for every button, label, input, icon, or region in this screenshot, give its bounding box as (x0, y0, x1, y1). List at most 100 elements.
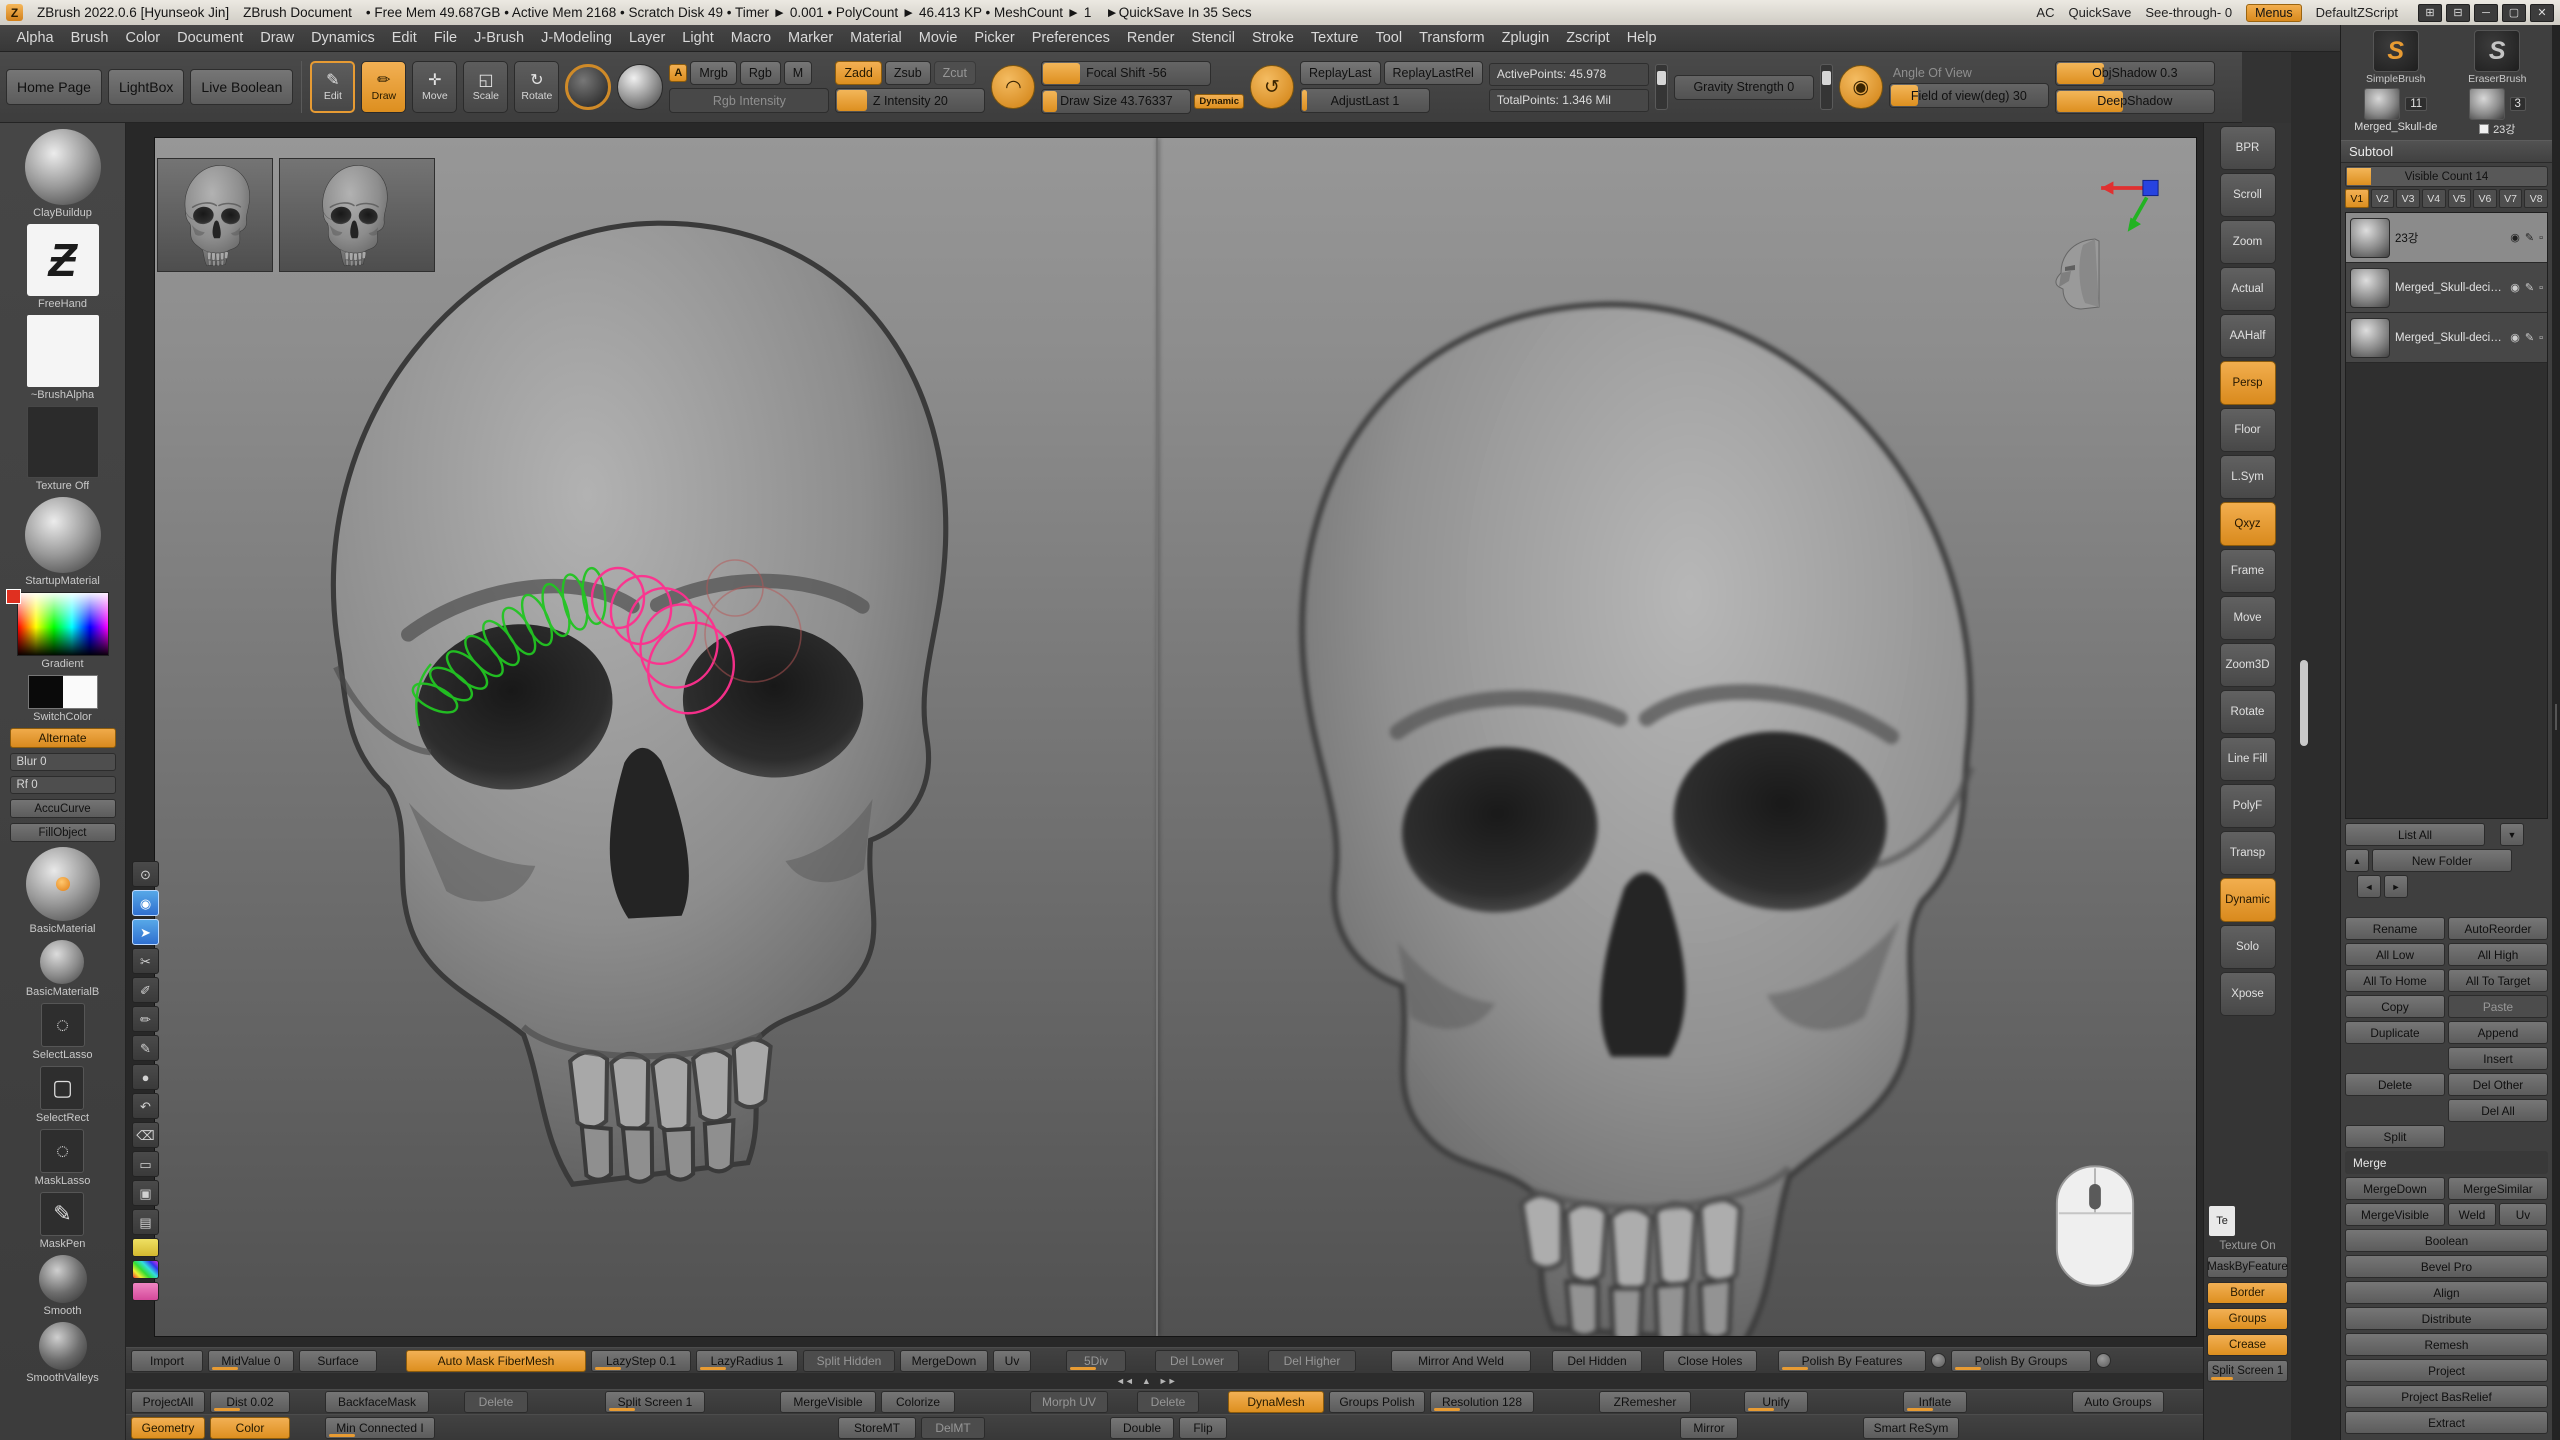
auto-groups-button[interactable]: Auto Groups (2072, 1391, 2164, 1413)
mirror-and-weld-button[interactable]: Mirror And Weld (1391, 1350, 1531, 1372)
menu-item[interactable]: Picker (966, 27, 1023, 49)
flip-button[interactable]: Flip (1179, 1417, 1227, 1439)
undo-icon[interactable]: ↶ (132, 1093, 159, 1119)
menu-item[interactable]: Movie (910, 27, 966, 49)
gravity-vertical-slider[interactable] (1820, 64, 1833, 110)
menu-item[interactable]: Zplugin (1493, 27, 1558, 49)
dynamesh-button[interactable]: DynaMesh (1228, 1391, 1324, 1413)
morph-uv-button[interactable]: Morph UV (1030, 1391, 1108, 1413)
paste-button[interactable]: Paste (2448, 995, 2548, 1018)
all-to-target-button[interactable]: All To Target (2448, 969, 2548, 992)
split-button[interactable]: Split (2345, 1125, 2445, 1148)
surface-button[interactable]: Surface (299, 1350, 377, 1372)
duplicate-button[interactable]: Duplicate (2345, 1021, 2445, 1044)
actual-button[interactable]: Actual (2220, 267, 2276, 311)
backfacemask-button[interactable]: BackfaceMask (325, 1391, 429, 1413)
camera-head-preview[interactable] (2048, 233, 2110, 317)
dot-icon[interactable]: ● (132, 1064, 159, 1090)
current-tool-label[interactable]: Merged_Skull-de (2354, 121, 2437, 133)
dynamic-badge[interactable]: Dynamic (1194, 94, 1244, 109)
all-low-button[interactable]: All Low (2345, 943, 2445, 966)
menu-item[interactable]: Brush (62, 27, 117, 49)
delete-button-row2b[interactable]: Delete (1137, 1391, 1199, 1413)
mrgb-button[interactable]: Mrgb (690, 61, 736, 85)
select-lasso[interactable]: ◌ SelectLasso (33, 1003, 93, 1061)
close-button[interactable]: ✕ (2530, 4, 2554, 22)
brush-claybuildup[interactable]: ClayBuildup (25, 129, 101, 219)
zsub-button[interactable]: Zsub (885, 61, 931, 85)
scale-button[interactable]: ◱ Scale (463, 61, 508, 113)
layout-split-icon[interactable]: ⊟ (2446, 4, 2470, 22)
new-folder-button[interactable]: New Folder (2372, 849, 2512, 872)
mask-lasso[interactable]: ◌ MaskLasso (35, 1129, 91, 1187)
brush-icon[interactable]: ✎ (132, 1035, 159, 1061)
distribute-button[interactable]: Distribute (2345, 1307, 2548, 1330)
knife-icon[interactable]: ✂ (132, 948, 159, 974)
image-icon[interactable]: ▣ (132, 1180, 159, 1206)
qxyz-button[interactable]: Qxyz (2220, 502, 2276, 546)
lazyradius-slider[interactable]: LazyRadius 1 (696, 1350, 798, 1372)
pencil-icon[interactable]: ✏ (132, 1006, 159, 1032)
rotate3d-button[interactable]: Rotate (2220, 690, 2276, 734)
scroll-up-icon[interactable]: ▲ (1142, 1376, 1151, 1386)
crease-button[interactable]: Crease (2207, 1334, 2288, 1356)
replay-lastrel-button[interactable]: ReplayLastRel (1384, 61, 1483, 85)
adjust-last-slider[interactable]: AdjustLast 1 (1300, 88, 1430, 113)
del-hidden-button[interactable]: Del Hidden (1552, 1350, 1642, 1372)
deepshadow-slider[interactable]: DeepShadow (2055, 89, 2215, 114)
list-all-button[interactable]: List All (2345, 823, 2485, 846)
insert-button[interactable]: Insert (2448, 1047, 2548, 1070)
boolean-button[interactable]: Boolean (2345, 1229, 2548, 1252)
monitor-icon[interactable]: ▭ (132, 1151, 159, 1177)
subtool-version-tab[interactable]: V6 (2473, 189, 2497, 208)
zoom3d-button[interactable]: Zoom3D (2220, 643, 2276, 687)
uv-shelf-button[interactable]: Uv (993, 1350, 1031, 1372)
stroke-freehand[interactable]: Ƶ FreeHand (27, 224, 99, 310)
delete-button-row2[interactable]: Delete (464, 1391, 528, 1413)
split-screen-slider[interactable]: Split Screen 1 (605, 1391, 705, 1413)
mask-by-feature-button[interactable]: MaskByFeature (2207, 1256, 2288, 1278)
fillobject-button[interactable]: FillObject (10, 823, 116, 842)
del-higher-button[interactable]: Del Higher (1268, 1350, 1356, 1372)
menu-item[interactable]: Draw (252, 27, 303, 49)
polyf-button[interactable]: PolyF (2220, 784, 2276, 828)
move-button[interactable]: ✛ Move (412, 61, 457, 113)
menu-item[interactable]: Texture (1302, 27, 1367, 49)
midvalue-slider[interactable]: MidValue 0 (208, 1350, 294, 1372)
transp-button[interactable]: Transp (2220, 831, 2276, 875)
polish-by-features-slider[interactable]: Polish By Features (1778, 1350, 1926, 1372)
import-button[interactable]: Import (131, 1350, 203, 1372)
minimize-button[interactable]: ─ (2474, 4, 2498, 22)
Merged_Skull-decimation2[interactable]: Merged_Skull-decimation2 ◉ ✎ ▫ (2346, 263, 2547, 313)
fivediv-button[interactable]: 5Div (1066, 1350, 1126, 1372)
menu-item[interactable]: Color (117, 27, 169, 49)
dist-slider[interactable]: Dist 0.02 (210, 1391, 290, 1413)
uv-button[interactable]: Uv (2499, 1203, 2547, 1226)
menu-item[interactable]: Macro (722, 27, 779, 49)
focal-shift-slider[interactable]: Focal Shift -56 (1041, 61, 1211, 86)
frame-button[interactable]: Frame (2220, 549, 2276, 593)
aahalf-button[interactable]: AAHalf (2220, 314, 2276, 358)
subtool-thumbnail[interactable] (2350, 218, 2390, 258)
menu-item[interactable]: Stroke (1244, 27, 1303, 49)
mirror-button[interactable]: Mirror (1680, 1417, 1738, 1439)
zremesher-button[interactable]: ZRemesher (1599, 1391, 1691, 1413)
project-basrelief-button[interactable]: Project BasRelief (2345, 1385, 2548, 1408)
subtool-thumbnail[interactable] (2350, 318, 2390, 358)
right-tray-divider[interactable] (2552, 25, 2560, 1440)
storemt-button[interactable]: StoreMT (838, 1417, 916, 1439)
menu-item[interactable]: Layer (621, 27, 674, 49)
scroll-right-icon[interactable]: ►► (1159, 1376, 1177, 1386)
menu-item[interactable]: Transform (1411, 27, 1494, 49)
brush-smoothvalleys[interactable]: SmoothValleys (26, 1322, 99, 1384)
simplebrush-thumbnail[interactable]: S (2373, 30, 2419, 72)
list-up-button[interactable]: ▲ (2345, 849, 2369, 872)
all-high-button[interactable]: All High (2448, 943, 2548, 966)
subtool-thumbnail[interactable] (2350, 268, 2390, 308)
del-lower-button[interactable]: Del Lower (1155, 1350, 1239, 1372)
delete-button[interactable]: Delete (2345, 1073, 2445, 1096)
split-screen-button[interactable]: Split Screen 1 (2207, 1360, 2288, 1382)
objshadow-slider[interactable]: ObjShadow 0.3 (2055, 61, 2215, 86)
quicksave-button[interactable]: QuickSave (2068, 5, 2131, 20)
mergedown-button[interactable]: MergeDown (2345, 1177, 2445, 1200)
